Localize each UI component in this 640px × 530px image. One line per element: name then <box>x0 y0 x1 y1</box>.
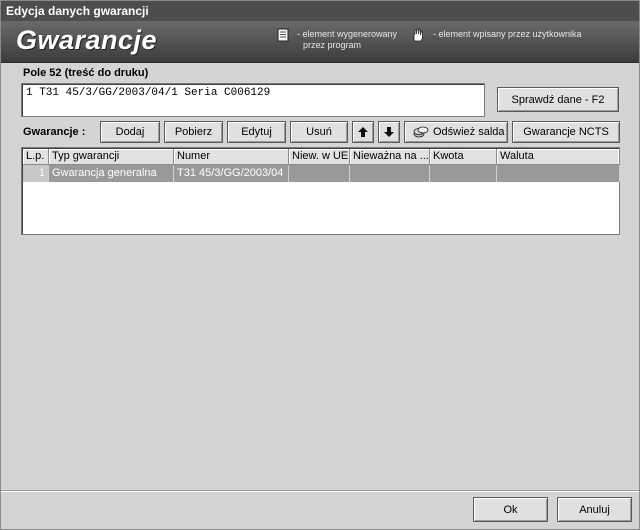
column-header-number[interactable]: Numer <box>174 149 289 165</box>
guarantees-table: L.p. Typ gwarancji Numer Niew. w UE Niew… <box>21 147 620 235</box>
field52-textarea[interactable]: 1 T31 45/3/GG/2003/04/1 Seria C006129 <box>21 83 485 117</box>
coins-icon <box>413 126 429 138</box>
field52-label: Pole 52 (treść do druku) <box>23 67 149 79</box>
ok-button[interactable]: Ok <box>473 497 548 522</box>
fetch-button[interactable]: Pobierz <box>164 121 223 143</box>
ncts-guarantees-button[interactable]: Gwarancje NCTS <box>512 121 620 143</box>
cell-amount <box>430 165 497 182</box>
cell-lp: 1 <box>23 165 49 182</box>
cell-type: Gwarancja generalna <box>49 165 174 182</box>
legend-user-text: - element wpisany przez użytkownika <box>433 29 582 39</box>
cell-number: T31 45/3/GG/2003/04 <box>174 165 289 182</box>
guarantee-edit-dialog: Edycja danych gwarancji Gwarancje - elem… <box>0 0 640 530</box>
add-button[interactable]: Dodaj <box>100 121 160 143</box>
arrow-up-icon <box>358 127 368 137</box>
cancel-button[interactable]: Anuluj <box>557 497 632 522</box>
header-banner: Gwarancje - element wygenerowany przez p… <box>1 21 639 63</box>
delete-button[interactable]: Usuń <box>290 121 348 143</box>
column-header-amount[interactable]: Kwota <box>430 149 497 165</box>
column-header-invalid-eu[interactable]: Niew. w UE <box>289 149 350 165</box>
column-header-type[interactable]: Typ gwarancji <box>49 149 174 165</box>
footer-divider <box>1 490 639 492</box>
window-title: Edycja danych gwarancji <box>6 4 149 18</box>
hand-icon <box>413 28 423 42</box>
column-header-invalid-on[interactable]: Nieważna na ... <box>350 149 430 165</box>
guarantees-label: Gwarancje : <box>23 126 86 138</box>
cell-currency <box>497 165 620 182</box>
refresh-balances-button[interactable]: Odśwież salda <box>404 121 508 143</box>
app-logo: Gwarancje <box>16 25 158 55</box>
column-header-lp[interactable]: L.p. <box>23 149 49 165</box>
edit-button[interactable]: Edytuj <box>227 121 286 143</box>
window-title-bar: Edycja danych gwarancji <box>1 1 639 21</box>
move-up-button[interactable] <box>352 121 374 143</box>
table-header: L.p. Typ gwarancji Numer Niew. w UE Niew… <box>23 149 620 165</box>
legend-generated-text: - element wygenerowany przez program <box>297 29 398 50</box>
document-icon <box>277 28 289 42</box>
table-row[interactable]: 1 Gwarancja generalna T31 45/3/GG/2003/0… <box>23 165 620 182</box>
column-header-currency[interactable]: Waluta <box>497 149 620 165</box>
cell-invalid-on <box>350 165 430 182</box>
check-data-button[interactable]: Sprawdź dane - F2 <box>497 87 619 112</box>
cell-invalid-eu <box>289 165 350 182</box>
arrow-down-icon <box>384 127 394 137</box>
move-down-button[interactable] <box>378 121 400 143</box>
